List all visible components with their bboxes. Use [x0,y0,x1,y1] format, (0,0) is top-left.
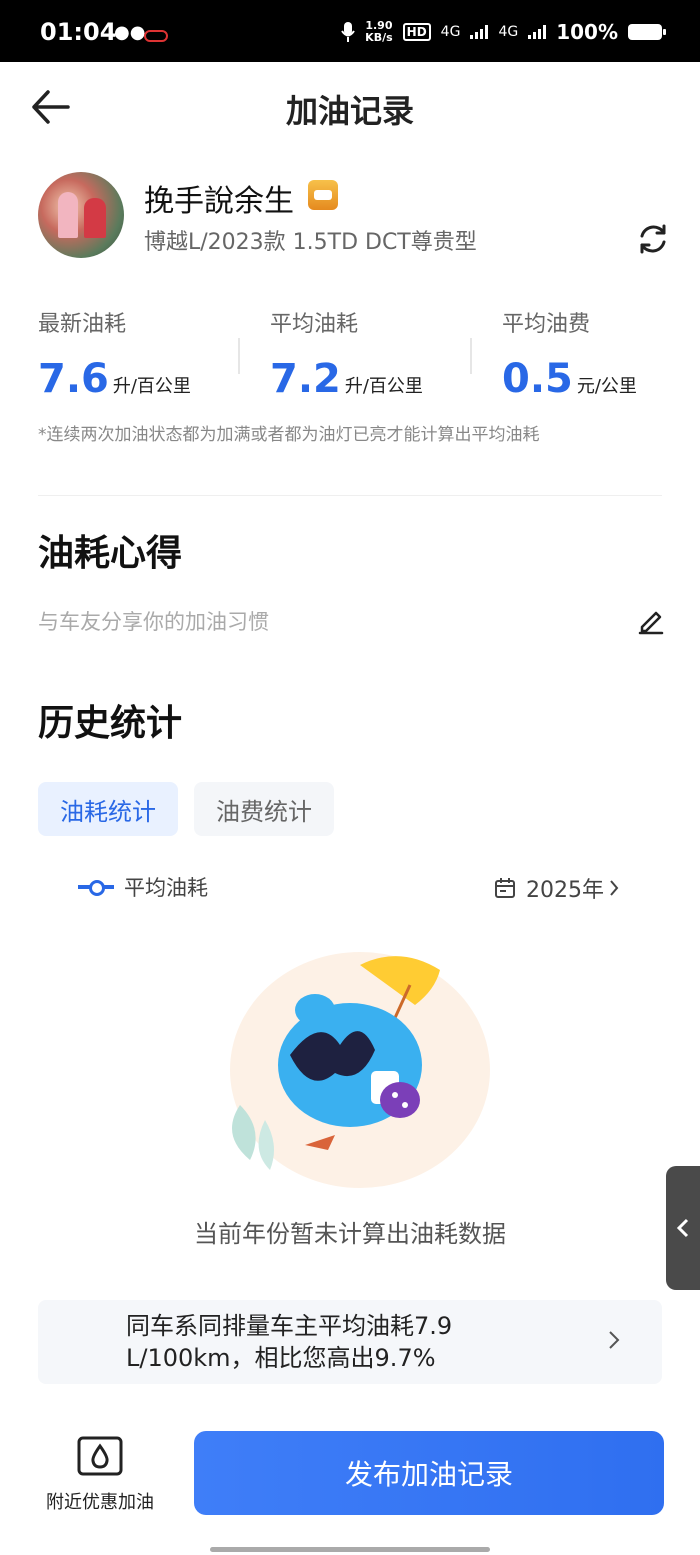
stat-label: 平均油费 [502,312,591,337]
edit-icon[interactable] [636,605,666,635]
home-indicator [210,1547,490,1552]
status-bar: 01:04 ●● 1.90 KB/s HD 4G 4G 100% [0,0,700,62]
stat-unit: 升/百公里 [112,376,191,397]
empty-state-illustration [230,952,490,1188]
side-drawer-handle[interactable] [666,1166,700,1290]
year-label: 2025年 [526,878,604,903]
sim1-label: 4G [440,24,461,40]
stat-value: 7.2 [270,356,341,402]
stat-unit: 元/公里 [576,376,637,397]
nearby-gas-button[interactable]: 附近优惠加油 [38,1436,162,1514]
chevron-right-icon [609,1331,620,1349]
battery-icon [628,24,666,40]
hd-badge: HD [402,23,431,41]
switch-car-icon[interactable] [636,222,670,256]
comparison-text: 同车系同排量车主平均油耗7.9 L/100km，相比您高出9.7% [126,1312,453,1372]
comparison-card[interactable]: 同车系同排量车主平均油耗7.9 L/100km，相比您高出9.7% [38,1300,662,1384]
stat-unit: 升/百公里 [344,376,423,397]
signal-icon-2 [528,25,547,39]
legend-label: 平均油耗 [124,876,208,900]
sim2-label: 4G [498,24,519,40]
history-title: 历史统计 [38,703,183,744]
chevron-right-icon [610,880,619,896]
experience-input[interactable]: 与车友分享你的加油习惯 [38,606,269,636]
tab-fuel-cost[interactable]: 油费统计 [194,782,334,836]
stat-divider [470,338,472,374]
stat-value: 0.5 [502,356,573,402]
net-speed-unit: KB/s [365,31,393,44]
app-notification-icon [144,30,168,42]
fuel-stats: 最新油耗 7.6 升/百公里 平均油耗 7.2 升/百公里 平均油费 0.5 元/公里 [38,306,662,406]
nearby-gas-label: 附近优惠加油 [46,1492,154,1513]
net-speed: 1.90 KB/s [365,20,392,44]
battery-percent: 100% [556,20,618,44]
stat-label: 平均油耗 [270,312,359,337]
section-divider [38,495,662,496]
stat-cost: 平均油费 0.5 元/公里 [502,306,700,402]
microphone-icon [341,22,356,42]
stat-label: 最新油耗 [38,312,127,337]
stat-value: 7.6 [38,356,109,402]
chart-legend: 平均油耗 [78,872,208,902]
tab-fuel-consumption[interactable]: 油耗统计 [38,782,178,836]
header: 加油记录 [0,62,700,152]
fuel-drop-icon [77,1436,123,1476]
username: 挽手說余生 [144,184,294,219]
experience-title: 油耗心得 [38,533,183,574]
publish-record-button[interactable]: 发布加油记录 [194,1431,664,1515]
legend-line-icon [78,880,114,896]
owner-badge-icon [308,180,338,210]
page-title: 加油记录 [285,92,414,130]
status-time: 01:04 [40,18,117,46]
chevron-left-icon [676,1218,689,1238]
signal-icon [470,25,489,39]
calendar-icon [495,878,515,898]
empty-state-text: 当前年份暂未计算出油耗数据 [194,1220,506,1248]
stat-average: 平均油耗 7.2 升/百公里 [270,306,470,402]
avatar[interactable] [38,172,124,258]
car-model: 博越L/2023款 1.5TD DCT尊贵型 [144,230,477,255]
wechat-icon: ●● [114,22,146,43]
stat-latest: 最新油耗 7.6 升/百公里 [38,306,238,402]
status-right: 1.90 KB/s HD 4G 4G 100% [341,20,666,44]
stat-divider [238,338,240,374]
year-selector[interactable]: 2025年 [494,872,630,904]
stats-note: *连续两次加油状态都为加满或者都为油灯已亮才能计算出平均油耗 [38,425,540,445]
